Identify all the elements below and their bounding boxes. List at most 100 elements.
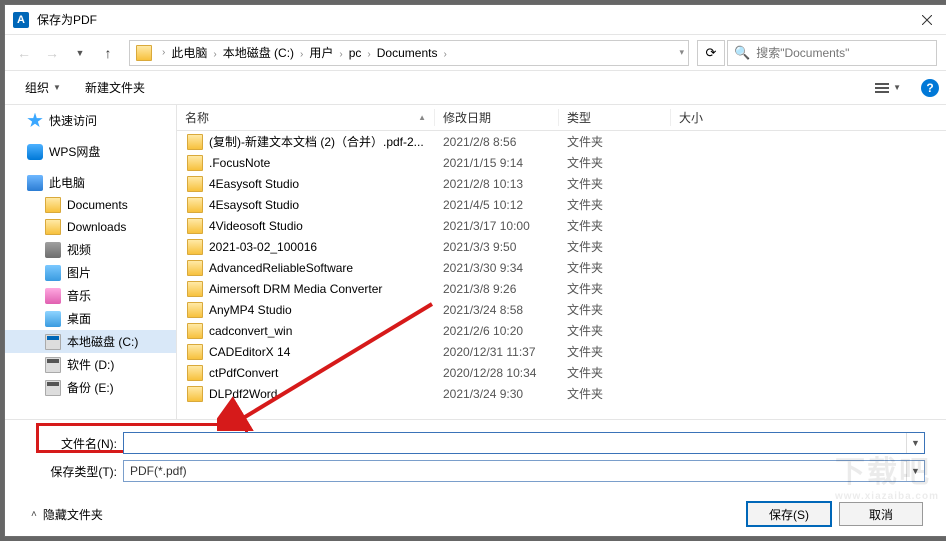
pc-icon: [27, 175, 43, 191]
file-type: 文件夹: [559, 301, 671, 318]
file-row[interactable]: AdvancedReliableSoftware2021/3/30 9:34文件…: [177, 257, 946, 278]
file-row[interactable]: CADEditorX 142020/12/31 11:37文件夹: [177, 341, 946, 362]
sidebar-item-label: 快速访问: [49, 112, 97, 129]
col-size[interactable]: 大小: [671, 109, 751, 126]
file-list[interactable]: (复制)-新建文本文档 (2)（合并）.pdf-2...2021/2/8 8:5…: [177, 131, 946, 419]
file-date: 2021/3/3 9:50: [435, 240, 559, 254]
col-date[interactable]: 修改日期: [435, 109, 559, 126]
file-name: 4Esaysoft Studio: [209, 198, 435, 212]
forward-button[interactable]: →: [39, 40, 65, 66]
sidebar-item[interactable]: 本地磁盘 (C:): [5, 330, 176, 353]
folder-icon: [187, 134, 203, 150]
file-type: 文件夹: [559, 385, 671, 402]
col-name[interactable]: 名称 ▲: [177, 109, 435, 126]
breadcrumb-item[interactable]: 用户: [307, 46, 335, 60]
file-row[interactable]: .FocusNote2021/1/15 9:14文件夹: [177, 152, 946, 173]
sidebar-item-icon: [45, 219, 61, 235]
col-type[interactable]: 类型: [559, 109, 671, 126]
filename-input[interactable]: ▼: [123, 432, 925, 454]
titlebar: A 保存为PDF: [5, 5, 946, 35]
chevron-down-icon: ▼: [893, 83, 901, 92]
column-header: 名称 ▲ 修改日期 类型 大小: [177, 105, 946, 131]
file-name: 2021-03-02_100016: [209, 240, 435, 254]
breadcrumb-item[interactable]: pc: [347, 46, 364, 60]
file-name: 4Videosoft Studio: [209, 219, 435, 233]
new-folder-label: 新建文件夹: [85, 79, 145, 96]
file-date: 2021/1/15 9:14: [435, 156, 559, 170]
save-dialog: A 保存为PDF ← → ▼ ↑ › 此电脑›本地磁盘 (C:)›用户›pc›D…: [4, 4, 946, 537]
navbar: ← → ▼ ↑ › 此电脑›本地磁盘 (C:)›用户›pc›Documents›…: [5, 35, 946, 71]
file-name: (复制)-新建文本文档 (2)（合并）.pdf-2...: [209, 133, 435, 150]
file-type: 文件夹: [559, 259, 671, 276]
file-row[interactable]: 4Esaysoft Studio2021/4/5 10:12文件夹: [177, 194, 946, 215]
file-row[interactable]: 4Videosoft Studio2021/3/17 10:00文件夹: [177, 215, 946, 236]
chevron-right-icon: ›: [363, 49, 374, 60]
file-name: ctPdfConvert: [209, 366, 435, 380]
file-row[interactable]: 2021-03-02_1000162021/3/3 9:50文件夹: [177, 236, 946, 257]
sidebar-wps[interactable]: WPS网盘: [5, 140, 176, 163]
sidebar-item-label: 本地磁盘 (C:): [67, 333, 138, 350]
chevron-right-icon: ›: [335, 49, 346, 60]
sidebar-item[interactable]: Downloads: [5, 216, 176, 238]
breadcrumb-item[interactable]: Documents: [375, 46, 440, 60]
close-button[interactable]: [904, 5, 946, 35]
hide-folders-button[interactable]: ˄ 隐藏文件夹: [31, 506, 103, 523]
sidebar-item[interactable]: 备份 (E:): [5, 376, 176, 399]
folder-icon: [187, 155, 203, 171]
sidebar-item-icon: [45, 242, 61, 258]
organize-button[interactable]: 组织 ▼: [15, 75, 71, 100]
sidebar-item[interactable]: 音乐: [5, 284, 176, 307]
folder-icon: [187, 302, 203, 318]
refresh-button[interactable]: ⟳: [697, 40, 725, 66]
up-button[interactable]: ↑: [95, 40, 121, 66]
cancel-button[interactable]: 取消: [839, 502, 923, 526]
filetype-select[interactable]: PDF(*.pdf) ▼: [123, 460, 925, 482]
back-button[interactable]: ←: [11, 40, 37, 66]
breadcrumb-item[interactable]: 此电脑: [169, 46, 209, 60]
file-row[interactable]: 4Easysoft Studio2021/2/8 10:13文件夹: [177, 173, 946, 194]
filetype-value: PDF(*.pdf): [124, 464, 906, 478]
file-date: 2020/12/28 10:34: [435, 366, 559, 380]
sidebar-item-icon: [45, 265, 61, 281]
sidebar-item-label: 此电脑: [49, 174, 85, 191]
sidebar-item-label: 桌面: [67, 310, 91, 327]
breadcrumb[interactable]: › 此电脑›本地磁盘 (C:)›用户›pc›Documents› ▾: [129, 40, 689, 66]
new-folder-button[interactable]: 新建文件夹: [75, 75, 155, 100]
file-row[interactable]: ctPdfConvert2020/12/28 10:34文件夹: [177, 362, 946, 383]
chevron-down-icon[interactable]: ▼: [906, 433, 924, 453]
breadcrumb-item[interactable]: 本地磁盘 (C:): [221, 46, 296, 60]
file-date: 2021/3/24 8:58: [435, 303, 559, 317]
save-button[interactable]: 保存(S): [747, 502, 831, 526]
file-type: 文件夹: [559, 196, 671, 213]
view-icon: [875, 83, 889, 93]
chevron-down-icon[interactable]: ▼: [906, 461, 924, 481]
search-icon: 🔍: [728, 45, 756, 61]
sidebar-item-label: Documents: [67, 198, 128, 212]
file-name: CADEditorX 14: [209, 345, 435, 359]
file-date: 2021/3/24 9:30: [435, 387, 559, 401]
sidebar-item[interactable]: 视频: [5, 238, 176, 261]
file-row[interactable]: (复制)-新建文本文档 (2)（合并）.pdf-2...2021/2/8 8:5…: [177, 131, 946, 152]
sidebar-item[interactable]: 图片: [5, 261, 176, 284]
file-row[interactable]: DLPdf2Word2021/3/24 9:30文件夹: [177, 383, 946, 404]
sidebar-item[interactable]: 软件 (D:): [5, 353, 176, 376]
file-row[interactable]: Aimersoft DRM Media Converter2021/3/8 9:…: [177, 278, 946, 299]
breadcrumb-dropdown[interactable]: ▾: [675, 47, 688, 58]
search-input[interactable]: [756, 46, 936, 60]
sidebar-quick-access[interactable]: 快速访问: [5, 109, 176, 132]
folder-icon: [187, 197, 203, 213]
folder-icon: [187, 365, 203, 381]
history-dropdown[interactable]: ▼: [67, 40, 93, 66]
file-row[interactable]: cadconvert_win2021/2/6 10:20文件夹: [177, 320, 946, 341]
file-row[interactable]: AnyMP4 Studio2021/3/24 8:58文件夹: [177, 299, 946, 320]
search-box[interactable]: 🔍: [727, 40, 937, 66]
filename-field[interactable]: [124, 436, 906, 450]
sidebar-this-pc[interactable]: 此电脑: [5, 171, 176, 194]
help-button[interactable]: ?: [921, 79, 939, 97]
file-date: 2021/2/8 10:13: [435, 177, 559, 191]
sidebar-item[interactable]: 桌面: [5, 307, 176, 330]
sidebar-item[interactable]: Documents: [5, 194, 176, 216]
file-type: 文件夹: [559, 133, 671, 150]
view-button[interactable]: ▼: [871, 79, 905, 97]
file-date: 2021/3/8 9:26: [435, 282, 559, 296]
